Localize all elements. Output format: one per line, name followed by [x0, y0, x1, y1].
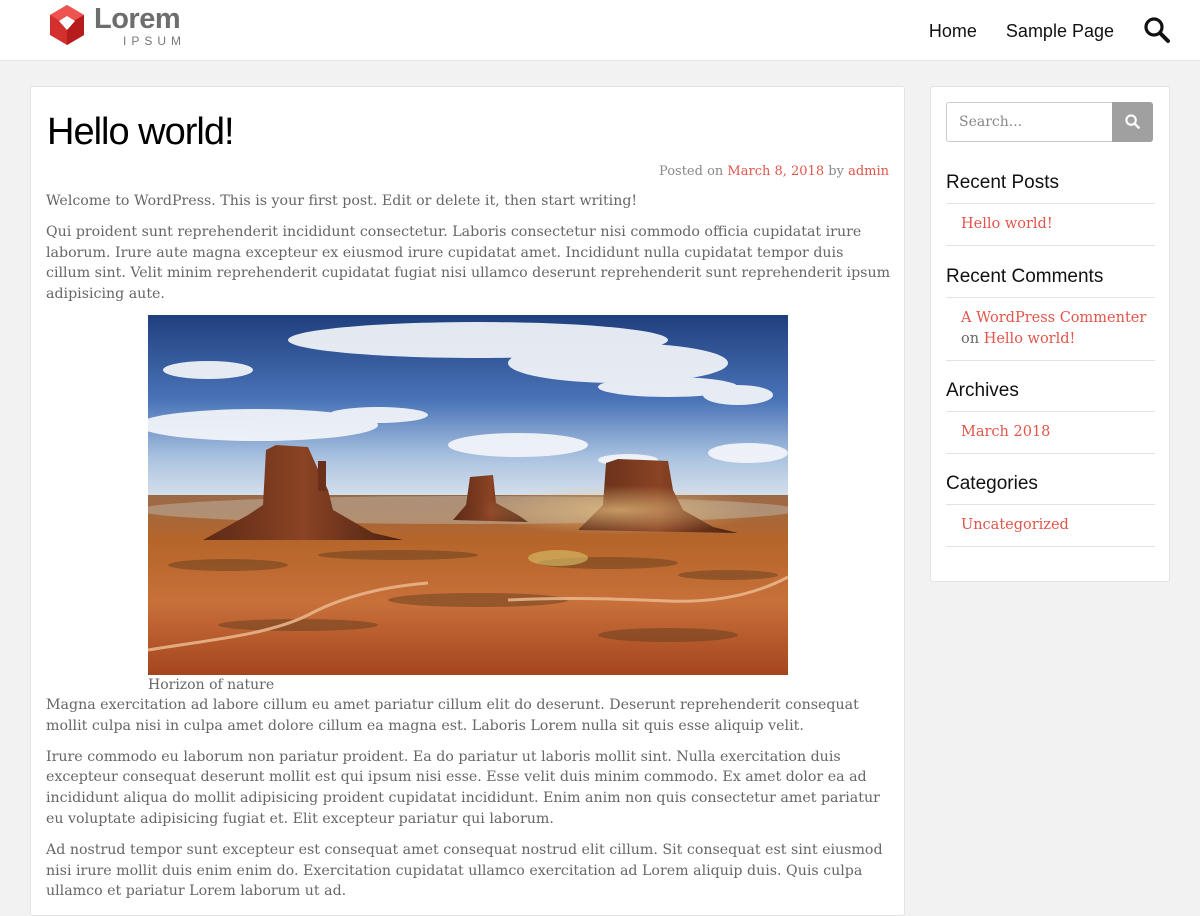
comment-author-link[interactable]: A WordPress Commenter: [961, 310, 1146, 326]
category-link[interactable]: Uncategorized: [961, 517, 1069, 533]
list-item: Hello world!: [946, 204, 1155, 246]
widget-title: Categories: [946, 472, 1155, 505]
post-paragraph: Irure commodo eu laborum non pariatur pr…: [46, 748, 880, 827]
widget-archives: Archives March 2018: [946, 379, 1155, 454]
logo-subtitle: IPSUM: [123, 34, 187, 48]
list-item: March 2018: [946, 412, 1155, 454]
post-title: Hello world!: [47, 111, 235, 153]
nav-item-sample-page[interactable]: Sample Page: [1006, 20, 1114, 42]
search-icon: [1125, 114, 1140, 129]
post-paragraph: Magna exercitation ad labore cillum eu a…: [46, 696, 859, 734]
desert-landscape-image: [148, 314, 788, 675]
post-paragraph: Ad nostrud tempor sunt excepteur est con…: [46, 841, 883, 900]
widget-title: Recent Posts: [946, 171, 1155, 204]
by-label: by: [828, 164, 844, 179]
post-paragraph: Welcome to WordPress. This is your first…: [46, 193, 638, 209]
search-form: [946, 102, 1154, 142]
widget-title: Recent Comments: [946, 265, 1155, 298]
comment-post-link[interactable]: Hello world!: [984, 331, 1076, 347]
sidebar: Recent Posts Hello world! Recent Comment…: [930, 86, 1170, 582]
widget-recent-comments: Recent Comments A WordPress Commenter on…: [946, 265, 1155, 361]
nav-item-home[interactable]: Home: [929, 20, 977, 42]
site-logo[interactable]: Lorem IPSUM: [50, 3, 200, 50]
widget-categories: Categories Uncategorized: [946, 472, 1155, 547]
site-header: Lorem IPSUM Home Sample Page: [0, 0, 1200, 61]
post-card: Hello world! Posted on March 8, 2018 by …: [30, 86, 905, 916]
post-content: Welcome to WordPress. This is your first…: [46, 191, 891, 912]
post-date-link[interactable]: March 8, 2018: [727, 164, 824, 179]
post-meta: Posted on March 8, 2018 by admin: [659, 163, 889, 181]
search-submit-button[interactable]: [1112, 102, 1153, 142]
recent-post-link[interactable]: Hello world!: [961, 216, 1053, 232]
comment-on-label: on: [961, 331, 980, 347]
widget-recent-posts: Recent Posts Hello world!: [946, 171, 1155, 246]
post-figure: Horizon of nature: [148, 314, 788, 695]
post-paragraph: Qui proident sunt reprehenderit incididu…: [46, 223, 891, 303]
post-author-link[interactable]: admin: [848, 164, 889, 179]
logo-wordmark: Lorem: [94, 3, 181, 35]
archive-link[interactable]: March 2018: [961, 424, 1050, 440]
posted-on-label: Posted on: [658, 164, 724, 179]
list-item: A WordPress Commenter on Hello world!: [946, 298, 1155, 361]
search-input[interactable]: [946, 102, 1114, 142]
primary-nav: Home Sample Page: [929, 20, 1114, 42]
figure-caption: Horizon of nature: [148, 676, 275, 693]
list-item: Uncategorized: [946, 505, 1155, 547]
logo-icon: [50, 5, 84, 45]
search-icon[interactable]: [1143, 16, 1171, 44]
widget-title: Archives: [946, 379, 1155, 412]
